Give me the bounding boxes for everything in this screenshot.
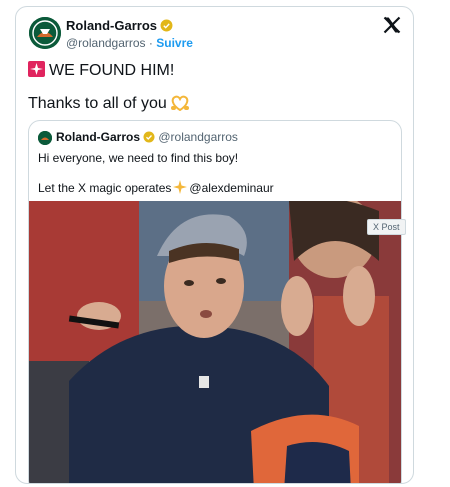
tweet-text-line2: Thanks to all of you bbox=[28, 95, 190, 116]
tweet-text-found: WE FOUND HIM! bbox=[49, 62, 175, 79]
verified-badge-icon bbox=[160, 19, 173, 35]
quoted-post[interactable]: Roland-Garros @rolandgarros Hi everyone,… bbox=[28, 120, 402, 483]
handle-row: @rolandgarros · Suivre bbox=[66, 36, 193, 50]
follow-button[interactable]: Suivre bbox=[156, 36, 193, 50]
quoted-author-handle[interactable]: @rolandgarros bbox=[158, 130, 238, 144]
quoted-photo[interactable] bbox=[29, 201, 401, 483]
author-name-row[interactable]: Roland-Garros bbox=[66, 18, 173, 35]
crowd-photo-image bbox=[29, 201, 401, 483]
quoted-author-name[interactable]: Roland-Garros bbox=[56, 130, 140, 144]
mention-link[interactable]: @alexdeminaur bbox=[189, 181, 273, 195]
author-name[interactable]: Roland-Garros bbox=[66, 18, 157, 33]
quoted-text-line2: Let the X magic operates @alexdeminaur bbox=[38, 180, 274, 197]
quoted-author-avatar[interactable] bbox=[38, 131, 52, 145]
roland-garros-mini-logo-icon bbox=[38, 131, 52, 145]
heart-hands-icon bbox=[170, 95, 190, 116]
embedded-post-card: Roland-Garros @rolandgarros · Suivre WE … bbox=[15, 6, 414, 484]
author-avatar[interactable] bbox=[29, 17, 61, 49]
quoted-text-magic: Let the X magic operates bbox=[38, 181, 172, 195]
quoted-verified-badge-icon bbox=[143, 131, 155, 146]
separator-dot: · bbox=[148, 36, 153, 50]
x-logo-icon[interactable] bbox=[382, 15, 402, 35]
quoted-text-line1: Hi everyone, we need to find this boy! bbox=[38, 151, 239, 165]
quoted-author-row[interactable]: Roland-Garros @rolandgarros bbox=[56, 130, 238, 146]
author-handle[interactable]: @rolandgarros bbox=[66, 36, 146, 50]
siren-icon bbox=[28, 61, 45, 77]
tweet-text-line1: WE FOUND HIM! bbox=[28, 61, 174, 80]
x-post-badge: X Post bbox=[367, 219, 406, 235]
tweet-text-thanks: Thanks to all of you bbox=[28, 95, 167, 112]
roland-garros-logo-icon bbox=[29, 17, 61, 49]
sparkles-icon bbox=[173, 180, 188, 197]
